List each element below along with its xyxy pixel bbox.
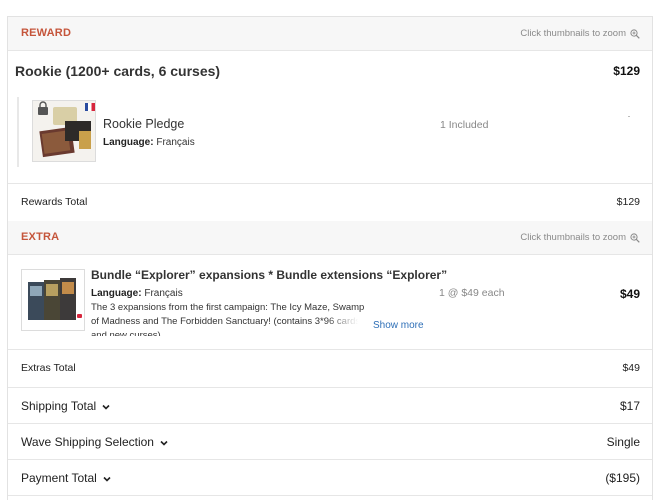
reward-item-thumbnail[interactable] [32, 100, 96, 162]
reward-price: $129 [613, 64, 640, 78]
extra-item-quantity: 1 @ $49 each [439, 287, 505, 299]
extra-section-header: EXTRA Click thumbnails to zoom [8, 221, 652, 255]
show-more-link[interactable]: Show more [373, 320, 424, 331]
extras-total-value: $49 [622, 362, 640, 374]
rookie-pledge-image [33, 101, 95, 161]
extra-item-language-value: Français [144, 288, 183, 299]
wave-shipping-row[interactable]: Wave Shipping Selection Single [8, 423, 652, 459]
rewards-total-value: $129 [616, 196, 640, 208]
extra-item-price: $49 [619, 287, 640, 301]
reward-item-language-label: Language: [103, 137, 154, 148]
wave-shipping-value: Single [606, 435, 640, 449]
shipping-total-toggle[interactable]: Shipping Total [21, 399, 111, 413]
extra-item-description-fade [326, 315, 372, 337]
zoom-in-icon [630, 28, 640, 39]
extras-total-label: Extras Total [21, 362, 76, 374]
extra-item-name: Bundle “Explorer” expansions * Bundle ex… [91, 268, 448, 282]
reward-zoom-hint: Click thumbnails to zoom [520, 28, 640, 39]
shipping-total-label: Shipping Total [21, 399, 97, 413]
chevron-down-icon [102, 404, 110, 410]
payment-total-row[interactable]: Payment Total ($195) [8, 459, 652, 495]
extra-item-thumbnail[interactable] [21, 269, 85, 331]
payment-total-value: ($195) [605, 471, 640, 485]
reward-title: Rookie (1200+ cards, 6 curses) [15, 63, 221, 79]
reward-item-quantity: 1 Included [440, 119, 489, 131]
reward-zoom-hint-text: Click thumbnails to zoom [520, 28, 626, 39]
reward-item-dot [628, 116, 630, 117]
extra-section-label: EXTRA [21, 231, 60, 243]
extra-item-language: Language: Français [91, 288, 183, 299]
reward-section-label: REWARD [21, 27, 72, 39]
reward-item: Rookie Pledge Language: Français 1 Inclu… [17, 97, 642, 167]
reward-item-name: Rookie Pledge [103, 117, 185, 131]
reward-item-language: Language: Français [103, 137, 195, 148]
shipping-total-row[interactable]: Shipping Total $17 [8, 387, 652, 423]
pledge-summary-panel: REWARD Click thumbnails to zoom Rookie (… [7, 16, 653, 500]
chevron-down-icon [160, 440, 168, 446]
extras-total-row: Extras Total $49 [8, 349, 652, 387]
reward-item-language-value: Français [156, 137, 195, 148]
explorer-bundle-image [22, 270, 84, 330]
wave-shipping-label: Wave Shipping Selection [21, 435, 154, 449]
zoom-in-icon [630, 232, 640, 243]
chevron-down-icon [103, 476, 111, 482]
extra-zoom-hint-text: Click thumbnails to zoom [520, 232, 626, 243]
rewards-total-row: Rewards Total $129 [8, 183, 652, 221]
rewards-total-label: Rewards Total [21, 196, 88, 208]
payment-total-label: Payment Total [21, 471, 97, 485]
shipping-total-value: $17 [619, 399, 640, 413]
next-row-edge [8, 495, 652, 500]
reward-section-header: REWARD Click thumbnails to zoom [8, 17, 652, 51]
wave-shipping-toggle[interactable]: Wave Shipping Selection [21, 435, 169, 449]
payment-total-toggle[interactable]: Payment Total [21, 471, 112, 485]
extra-zoom-hint: Click thumbnails to zoom [520, 232, 640, 243]
extra-item-language-label: Language: [91, 288, 142, 299]
